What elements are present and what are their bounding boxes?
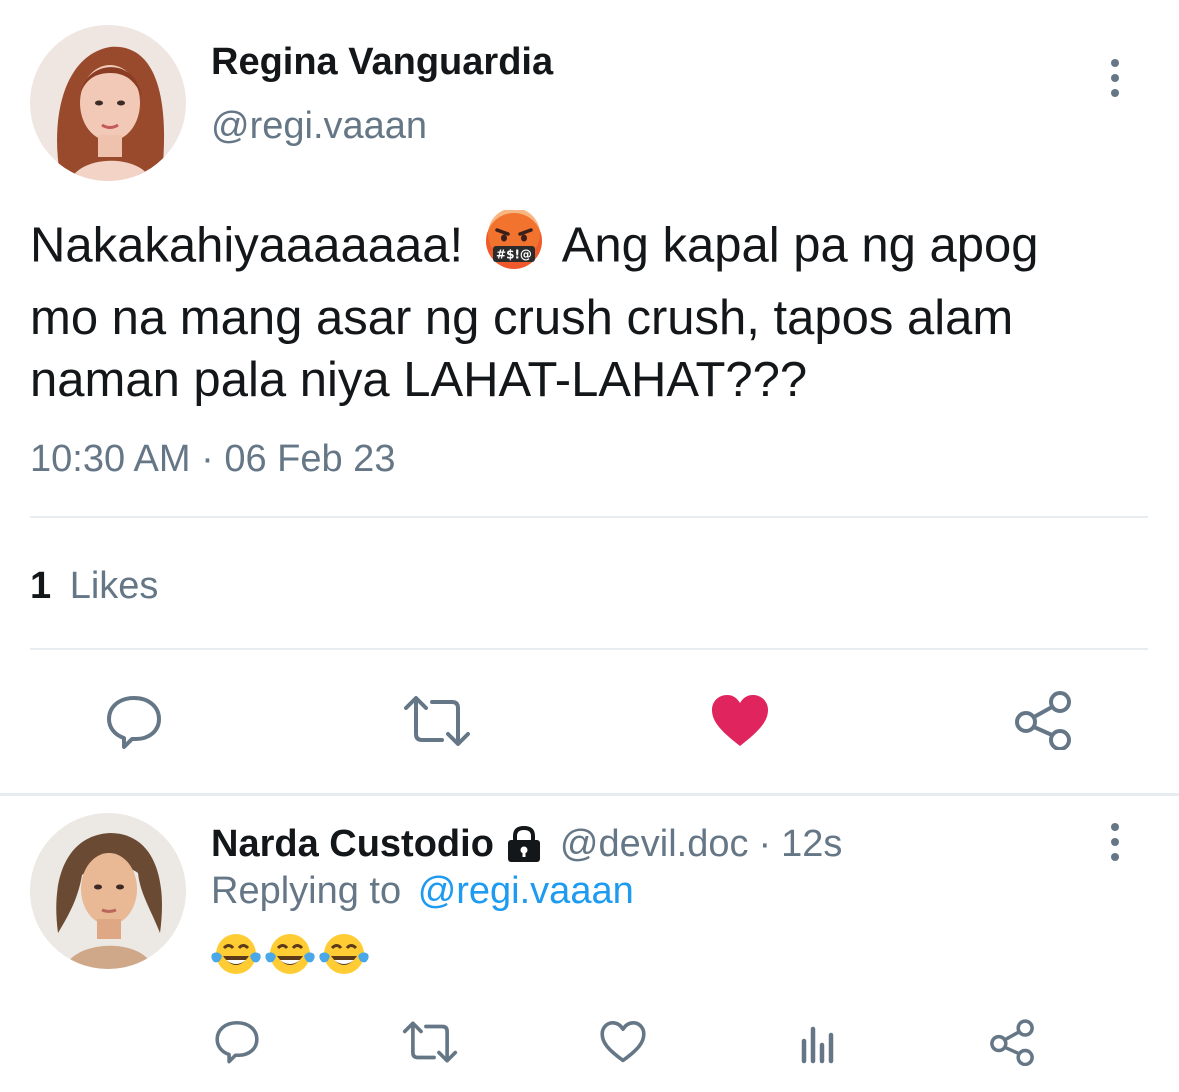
replying-to-label: Replying to (211, 870, 402, 912)
divider-timestamp (30, 516, 1148, 518)
divider-likes (30, 648, 1148, 650)
face-with-tears-of-joy-icon (319, 934, 369, 974)
reply-retweet-button[interactable] (399, 1017, 461, 1067)
retweet-button[interactable] (401, 690, 473, 752)
reply-author-avatar[interactable] (30, 813, 186, 969)
reply-icon (107, 696, 161, 749)
face-with-symbols-on-mouth-icon: #$!@ (483, 208, 545, 287)
reply-separator: · (758, 823, 772, 865)
likes-label: Likes (69, 565, 159, 607)
reply-author-display-name[interactable]: Narda Custodio (211, 822, 494, 866)
likes-summary[interactable]: 1 Likes (30, 564, 158, 608)
share-icon (1015, 691, 1071, 750)
likes-count: 1 (30, 565, 52, 607)
tweet-text-line-3: naman pala niya LAHAT-LAHAT??? (30, 353, 808, 407)
face-with-tears-of-joy-icon (265, 934, 315, 974)
analytics-icon (801, 1026, 834, 1064)
lock-icon (504, 825, 544, 863)
heart-icon (712, 695, 768, 746)
reply-header: Narda Custodio @devil.doc · 12s (211, 822, 842, 866)
heart-icon (600, 1021, 646, 1063)
reply-more-options-icon[interactable] (1105, 823, 1125, 861)
retweet-icon (402, 1021, 458, 1063)
tweet-text-line-1: Nakakahiyaaaaaaa! #$!@ Ang kapal pa ng a… (30, 208, 1039, 287)
reply-author-handle[interactable]: @devil.doc (560, 822, 749, 866)
reply-like-button[interactable] (597, 1017, 649, 1067)
more-options-icon[interactable] (1105, 59, 1125, 97)
share-button[interactable] (1008, 688, 1078, 752)
reply-reply-button[interactable] (210, 1015, 264, 1067)
reply-button[interactable] (99, 690, 169, 752)
author-display-name[interactable]: Regina Vanguardia (211, 40, 553, 84)
reply-icon (215, 1020, 259, 1064)
divider-thread (0, 793, 1179, 796)
reply-share-button[interactable] (985, 1015, 1039, 1069)
like-button[interactable] (706, 690, 774, 752)
face-with-tears-of-joy-icon (211, 934, 261, 974)
author-handle[interactable]: @regi.vaaan (211, 104, 427, 148)
reply-time[interactable]: 12s (781, 822, 842, 866)
tweet-text: Nakakahiyaaaaaaa! #$!@ Ang kapal pa ng a… (30, 208, 1039, 411)
tweet-text-line-2: mo na mang asar ng crush crush, tapos al… (30, 291, 1014, 345)
replying-to: Replying to @regi.vaaan (211, 869, 634, 913)
reply-analytics-button[interactable] (795, 1019, 841, 1067)
retweet-icon (404, 696, 470, 746)
tweet-timestamp[interactable]: 10:30 AM · 06 Feb 23 (30, 437, 395, 481)
replying-to-handle[interactable]: @regi.vaaan (418, 870, 634, 912)
share-icon (990, 1019, 1034, 1066)
reply-text (210, 930, 370, 978)
author-avatar[interactable] (30, 25, 186, 181)
svg-text:#$!@: #$!@ (496, 248, 532, 262)
